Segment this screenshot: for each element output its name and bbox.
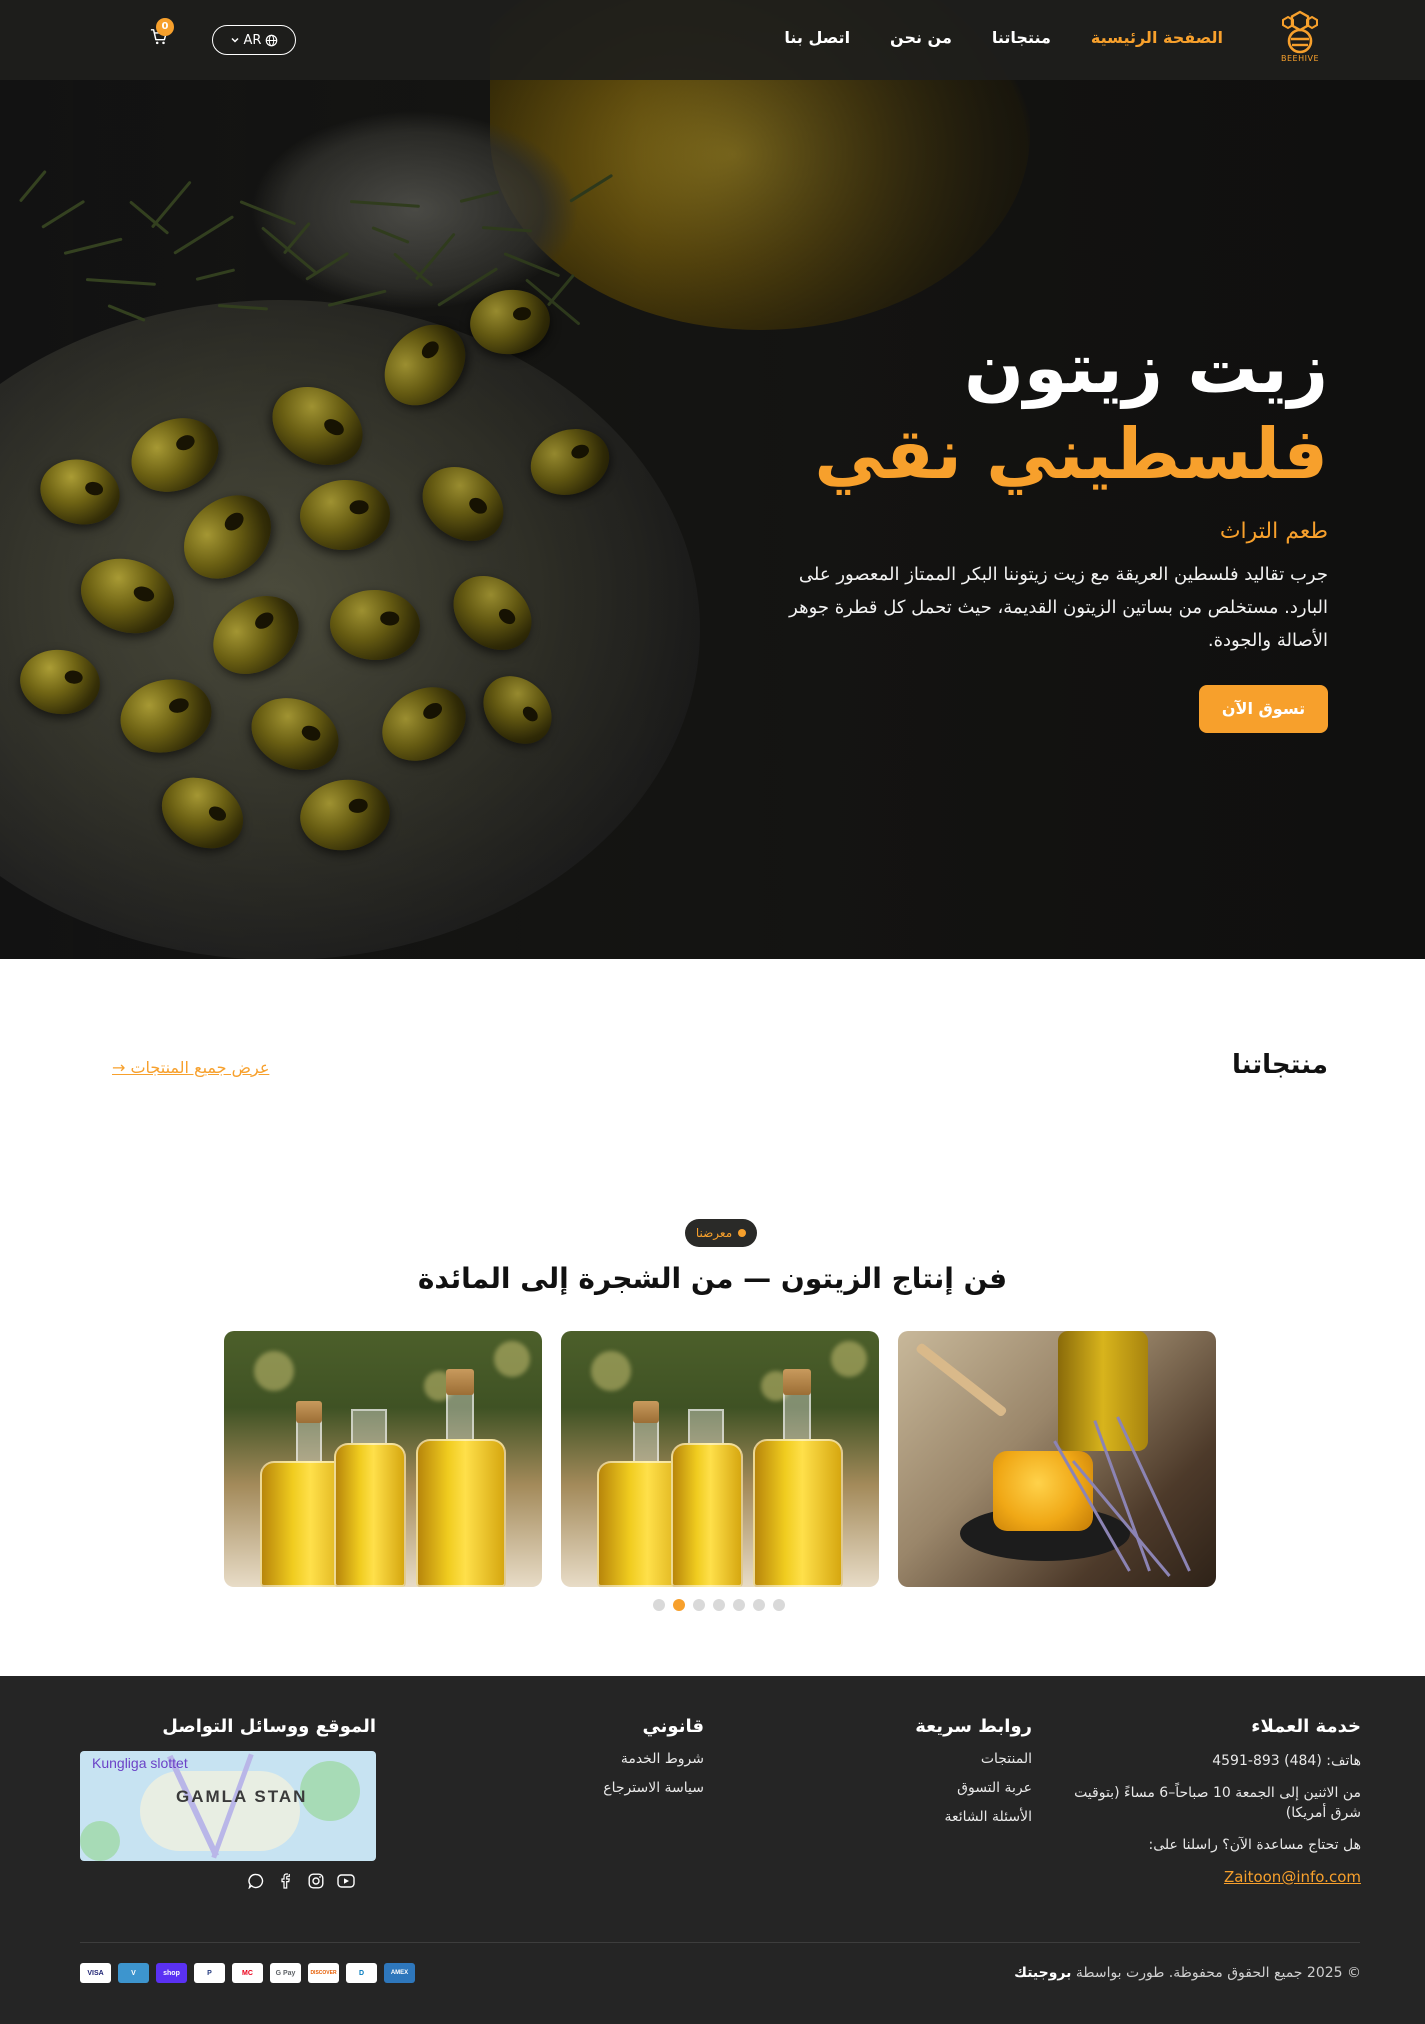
footer-location: الموقع ووسائل التواصل Kungliga slottet G… [76,1716,376,1891]
logo-text: BEEHIVE [1281,54,1319,63]
footer-help-text: هل تحتاج مساعدة الآن؟ راسلنا على: [1148,1837,1361,1853]
carousel-dot[interactable] [653,1599,665,1611]
google-pay-icon: G Pay [270,1963,301,1983]
footer-divider [80,1942,1360,1943]
site-footer: خدمة العملاء هاتف: (484) 893-4591 من الا… [0,1676,1425,2024]
copyright-prefix: © 2025 جميع الحقوق محفوظة. طورت بواسطة [1075,1965,1361,1981]
bee-logo-icon [1282,10,1318,54]
logo[interactable]: BEEHIVE [1277,10,1323,70]
whatsapp-icon[interactable] [246,1871,266,1891]
footer-legal-title: قانوني [642,1716,704,1737]
gallery-slide-olive-oil-bottles-2[interactable] [561,1331,879,1587]
footer-hours: من الاثنين إلى الجمعة 10 صباحاً–6 مساءً … [1074,1785,1361,1821]
hero-title-line2: فلسطيني نقي [814,413,1328,495]
carousel-dots [653,1599,785,1611]
paypal-icon: P [194,1963,225,1983]
developer-brand: بروجيتك [1014,1965,1072,1981]
footer-quick-links: روابط سريعة المنتجات عربة التسوق الأسئلة… [852,1716,1032,1838]
footer-customer-service: خدمة العملاء هاتف: (484) 893-4591 من الا… [1051,1716,1361,1886]
copyright-text: © 2025 جميع الحقوق محفوظة. طورت بواسطة ب… [1014,1965,1361,1981]
footer-link-terms[interactable]: شروط الخدمة [524,1751,704,1767]
footer-legal: قانوني شروط الخدمة سياسة الاسترجاع [524,1716,704,1809]
amex-icon: AMEX [384,1963,415,1983]
gallery-badge: معرضنا [685,1219,757,1247]
view-all-products-link[interactable]: عرض جميع المنتجات → [112,1058,269,1077]
site-header: BEEHIVE الصفحة الرئيسية منتجاتنا من نحن … [0,0,1425,80]
nav-about[interactable]: من نحن [890,28,952,47]
badge-dot-icon [738,1229,747,1237]
mastercard-icon: MC [232,1963,263,1983]
language-switcher[interactable]: AR [212,25,296,55]
products-section-header: منتجاتنا عرض جميع المنتجات → [0,1050,1425,1090]
nav-home[interactable]: الصفحة الرئيسية [1091,28,1223,47]
globe-icon [266,34,278,46]
hero-title-line1: زيت زيتون [964,327,1328,409]
payment-methods: VISA V shop P MC G Pay DISCOVER D AMEX [80,1963,415,1983]
social-links [76,1871,376,1891]
cart-count-badge: 0 [156,18,174,36]
footer-link-faq[interactable]: الأسئلة الشائعة [852,1809,1033,1825]
chevron-down-icon [231,37,239,43]
products-title: منتجاتنا [1232,1050,1328,1080]
discover-icon: DISCOVER [308,1963,339,1983]
footer-email-link[interactable]: Zaitoon@info.com [1224,1868,1361,1886]
hero-section: زيت زيتون فلسطيني نقي طعم التراث جرب تقا… [0,0,1425,959]
hero-tagline: طعم التراث [1219,519,1328,544]
main-nav: الصفحة الرئيسية منتجاتنا من نحن اتصل بنا [784,28,1223,47]
map-poi-label: Kungliga slottet [92,1755,188,1771]
carousel-dot[interactable] [713,1599,725,1611]
footer-service-title: خدمة العملاء [1251,1716,1361,1737]
hero-copy: زيت زيتون فلسطيني نقي طعم التراث جرب تقا… [768,325,1328,733]
gallery-slide-honey-and-lavender[interactable] [898,1331,1216,1587]
carousel-dot[interactable] [773,1599,785,1611]
nav-contact[interactable]: اتصل بنا [784,28,850,47]
footer-phone: هاتف: (484) 893-4591 [1212,1753,1361,1769]
footer-location-title: الموقع ووسائل التواصل [162,1716,376,1737]
carousel-dot-active[interactable] [673,1599,685,1611]
venmo-icon: V [118,1963,149,1983]
carousel-dot[interactable] [733,1599,745,1611]
shop-pay-icon: shop [156,1963,187,1983]
footer-link-products[interactable]: المنتجات [852,1751,1032,1767]
shop-now-button[interactable]: تسوق الآن [1199,685,1328,733]
facebook-icon[interactable] [276,1871,296,1891]
carousel-dot[interactable] [753,1599,765,1611]
visa-icon: VISA [80,1963,111,1983]
carousel-dot[interactable] [693,1599,705,1611]
gallery-title: فن إنتاج الزيتون — من الشجرة إلى المائدة [417,1262,1008,1295]
language-label: AR [243,32,262,48]
footer-link-refund[interactable]: سياسة الاسترجاع [524,1780,704,1796]
map-district-label: GAMLA STAN [176,1787,308,1806]
gallery-badge-label: معرضنا [695,1226,733,1240]
footer-quick-links-title: روابط سريعة [915,1716,1032,1737]
youtube-icon[interactable] [336,1871,356,1891]
footer-link-cart[interactable]: عربة التسوق [852,1780,1032,1796]
instagram-icon[interactable] [306,1871,326,1891]
cart-button[interactable]: 0 [144,18,174,52]
location-map[interactable]: Kungliga slottet GAMLA STAN [80,1751,376,1861]
gallery-carousel[interactable] [224,1331,1216,1587]
diners-club-icon: D [346,1963,377,1983]
gallery-slide-olive-oil-bottles[interactable] [224,1331,542,1587]
nav-products[interactable]: منتجاتنا [992,28,1051,47]
hero-description: جرب تقاليد فلسطين العريقة مع زيت زيتوننا… [789,564,1328,651]
